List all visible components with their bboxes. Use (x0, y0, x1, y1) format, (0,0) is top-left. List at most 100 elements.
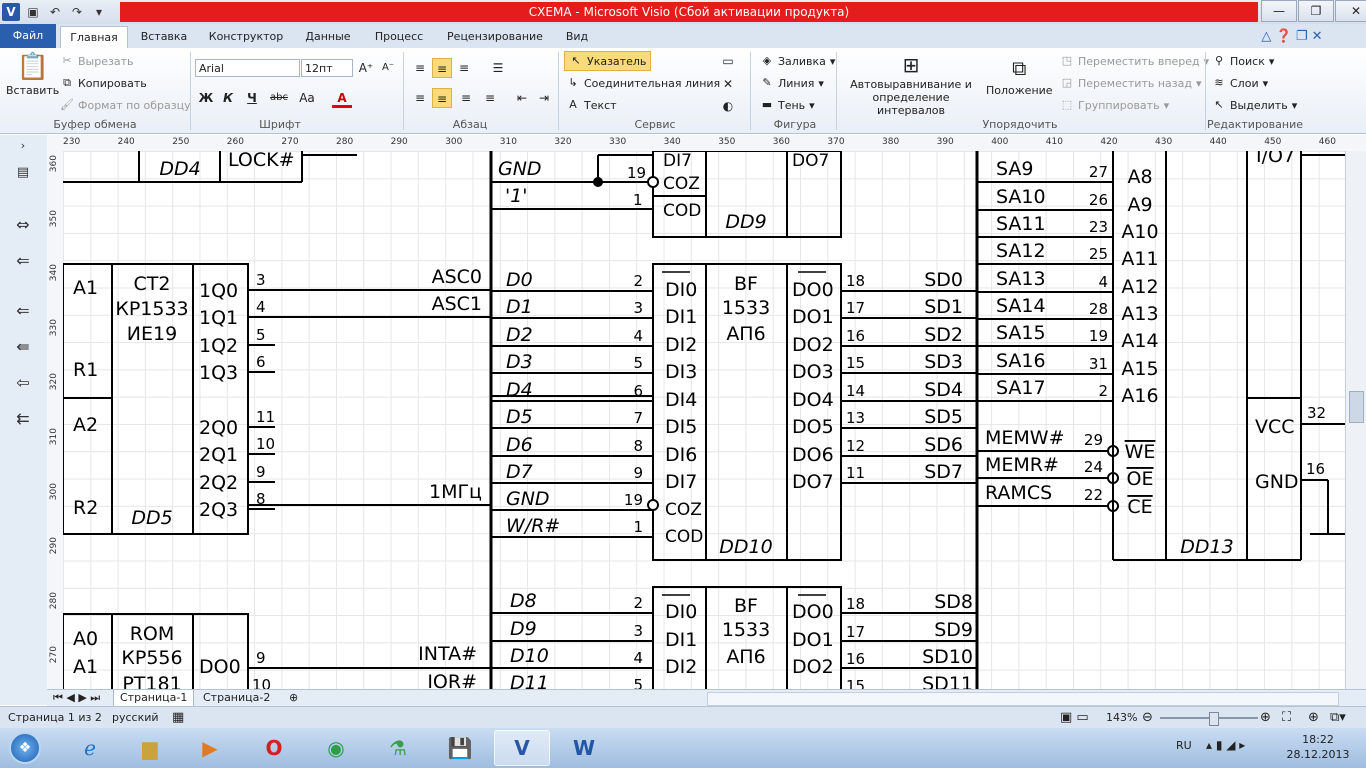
pin-number: 2 (633, 594, 643, 612)
cut-button[interactable]: ✂ Вырезать (60, 54, 133, 68)
font-size-select[interactable]: 12пт (301, 59, 353, 77)
send-backward-button[interactable]: ◲ Переместить назад ▾ (1060, 76, 1202, 90)
redo-icon[interactable]: ↷ (68, 3, 86, 21)
tab-process[interactable]: Процесс (368, 26, 430, 48)
horizontal-scrollbar[interactable] (707, 692, 1339, 706)
pin-number: 16 (846, 327, 865, 345)
change-case-button[interactable]: Аа (294, 88, 320, 108)
position-button[interactable]: ⧉ Положение (986, 52, 1053, 97)
expand-chevron-icon[interactable]: › (8, 139, 38, 159)
bring-forward-button[interactable]: ◳ Переместить вперед ▾ (1060, 54, 1209, 68)
media-player-icon[interactable]: ▶ (182, 730, 238, 766)
fill-button[interactable]: ◈ Заливка ▾ (760, 54, 836, 68)
double-arrow-shape-icon[interactable]: ⇔ (8, 215, 38, 235)
wide-arrow-shape-icon[interactable]: ⇦ (8, 373, 38, 393)
copy-button[interactable]: ⧉ Копировать (60, 76, 147, 90)
left-arrow-shape-icon[interactable]: ⇐ (8, 251, 38, 271)
notched-arrow-shape-icon[interactable]: ⇚ (8, 337, 38, 357)
format-painter-button[interactable]: 🖌 Формат по образцу (60, 98, 191, 112)
minimize-button[interactable]: — (1261, 0, 1297, 22)
page-nav-icon[interactable]: ⏮ ◀ ▶ ⏭ (47, 690, 106, 706)
opera-icon[interactable]: O (246, 730, 302, 766)
tab-review[interactable]: Рецензирование (440, 26, 550, 48)
close-x-icon[interactable]: ✕ (718, 74, 738, 94)
macro-icon[interactable]: ▦ (172, 710, 184, 725)
line-button[interactable]: ✎ Линия ▾ (760, 76, 824, 90)
visio-logo-icon[interactable]: V (2, 3, 20, 21)
rectangle-icon[interactable]: ▭ (718, 51, 738, 71)
align-bottom-icon[interactable]: ≡ (454, 58, 474, 78)
net-label: MEMR# (985, 454, 1059, 476)
left-arrow-shape-icon[interactable]: ⇐ (8, 301, 38, 321)
increase-indent-icon[interactable]: ⇥ (534, 88, 554, 108)
justify-icon[interactable]: ≡ (480, 88, 500, 108)
ruler-tick-label: 280 (336, 137, 354, 147)
select-button[interactable]: ↖ Выделить ▾ (1212, 98, 1297, 112)
strikethrough-button[interactable]: abc (266, 88, 292, 108)
chrome-icon[interactable]: ◉ (308, 730, 364, 766)
font-family-select[interactable]: Arial (195, 59, 300, 77)
switch-windows-icon[interactable]: ⧉▾ (1330, 710, 1346, 725)
tab-view[interactable]: Вид (560, 26, 594, 48)
restore-button[interactable]: ❐ (1298, 0, 1334, 22)
tab-design[interactable]: Конструктор (204, 26, 288, 48)
align-center-icon[interactable]: ≡ (432, 88, 452, 108)
underline-button[interactable]: Ч (242, 88, 262, 108)
explorer-icon[interactable]: ▆ (122, 730, 178, 766)
tab-file[interactable]: Файл (0, 24, 56, 48)
shadow-button[interactable]: ▬ Тень ▾ (760, 98, 815, 112)
tray-icons[interactable]: ▴ ▮ ◢ ▸ (1206, 738, 1245, 752)
floppy-icon[interactable]: 💾 (432, 730, 488, 766)
ellipse-icon[interactable]: ◐ (718, 96, 738, 116)
scroll-thumb[interactable] (1349, 391, 1364, 423)
stencil-icon[interactable]: ▤ (8, 165, 38, 185)
tab-home[interactable]: Главная (60, 26, 128, 49)
drawing-canvas[interactable]: DD4 LOCK# DI7 COZ COD DO7 DD9 GND '1' 19 1 CT2 КР153… (63, 151, 1345, 689)
close-button[interactable]: ✕ (1335, 0, 1366, 22)
align-middle-icon[interactable]: ≡ (432, 58, 452, 78)
save-icon[interactable]: ▣ (24, 3, 42, 21)
find-button[interactable]: ⚲ Поиск ▾ (1212, 54, 1274, 68)
decrease-indent-icon[interactable]: ⇤ (512, 88, 532, 108)
customize-qat-icon[interactable]: ▾ (90, 3, 108, 21)
italic-button[interactable]: К (218, 88, 238, 108)
page-tab-2[interactable]: Страница-2 (197, 690, 276, 706)
zoom-in-icon[interactable]: ⊕ (1260, 710, 1271, 725)
layers-button[interactable]: ≋ Слои ▾ (1212, 76, 1268, 90)
page-tab-1[interactable]: Страница-1 (113, 690, 195, 707)
auto-align-button[interactable]: ⊞ Автовыравнивание и определение интерва… (842, 52, 980, 117)
insert-page-icon[interactable]: ⊕ (283, 690, 304, 706)
fit-page-icon[interactable]: ⛶ (1282, 710, 1291, 725)
help-controls[interactable]: △ ❓ ❐ ✕ (1232, 26, 1352, 48)
bold-button[interactable]: Ж (196, 88, 216, 108)
ie-icon[interactable]: ℯ (62, 730, 118, 766)
tab-data[interactable]: Данные (298, 26, 358, 48)
kit-icon[interactable]: ⚗ (370, 730, 426, 766)
text-tool-button[interactable]: A Текст (566, 98, 616, 112)
word-taskbar-icon[interactable]: W (556, 730, 612, 766)
grow-font-icon[interactable]: A⁺ (356, 58, 376, 78)
zoom-slider-thumb[interactable] (1209, 712, 1219, 726)
view-mode-icon[interactable]: ▣ ▭ (1060, 710, 1089, 725)
pan-zoom-icon[interactable]: ⊕ (1308, 710, 1319, 725)
tab-insert[interactable]: Вставка (134, 26, 194, 48)
align-left-icon[interactable]: ≡ (410, 88, 430, 108)
visio-taskbar-icon[interactable]: V (494, 730, 550, 766)
pointer-tool-button[interactable]: ↖ Указатель (564, 51, 652, 71)
zoom-out-icon[interactable]: ⊖ (1142, 710, 1153, 725)
vertical-scrollbar[interactable] (1345, 151, 1366, 689)
start-button[interactable]: ❖ (2, 730, 48, 766)
font-color-button[interactable]: А (332, 88, 352, 108)
dd10-pin: DI3 (665, 361, 697, 383)
connector-tool-button[interactable]: ↳ Соединительная линия (566, 76, 720, 90)
bus-arrow-shape-icon[interactable]: ⇇ (8, 409, 38, 429)
undo-icon[interactable]: ↶ (46, 3, 64, 21)
align-top-icon[interactable]: ≡ (410, 58, 430, 78)
net-label: SD8 (934, 591, 973, 613)
paste-button[interactable]: 📋 Вставить (6, 52, 59, 97)
group-button[interactable]: ⬚ Группировать ▾ (1060, 98, 1169, 112)
shrink-font-icon[interactable]: A⁻ (378, 58, 398, 78)
bullets-icon[interactable]: ☰ (488, 58, 508, 78)
align-right-icon[interactable]: ≡ (456, 88, 476, 108)
input-language[interactable]: RU (1176, 739, 1192, 752)
